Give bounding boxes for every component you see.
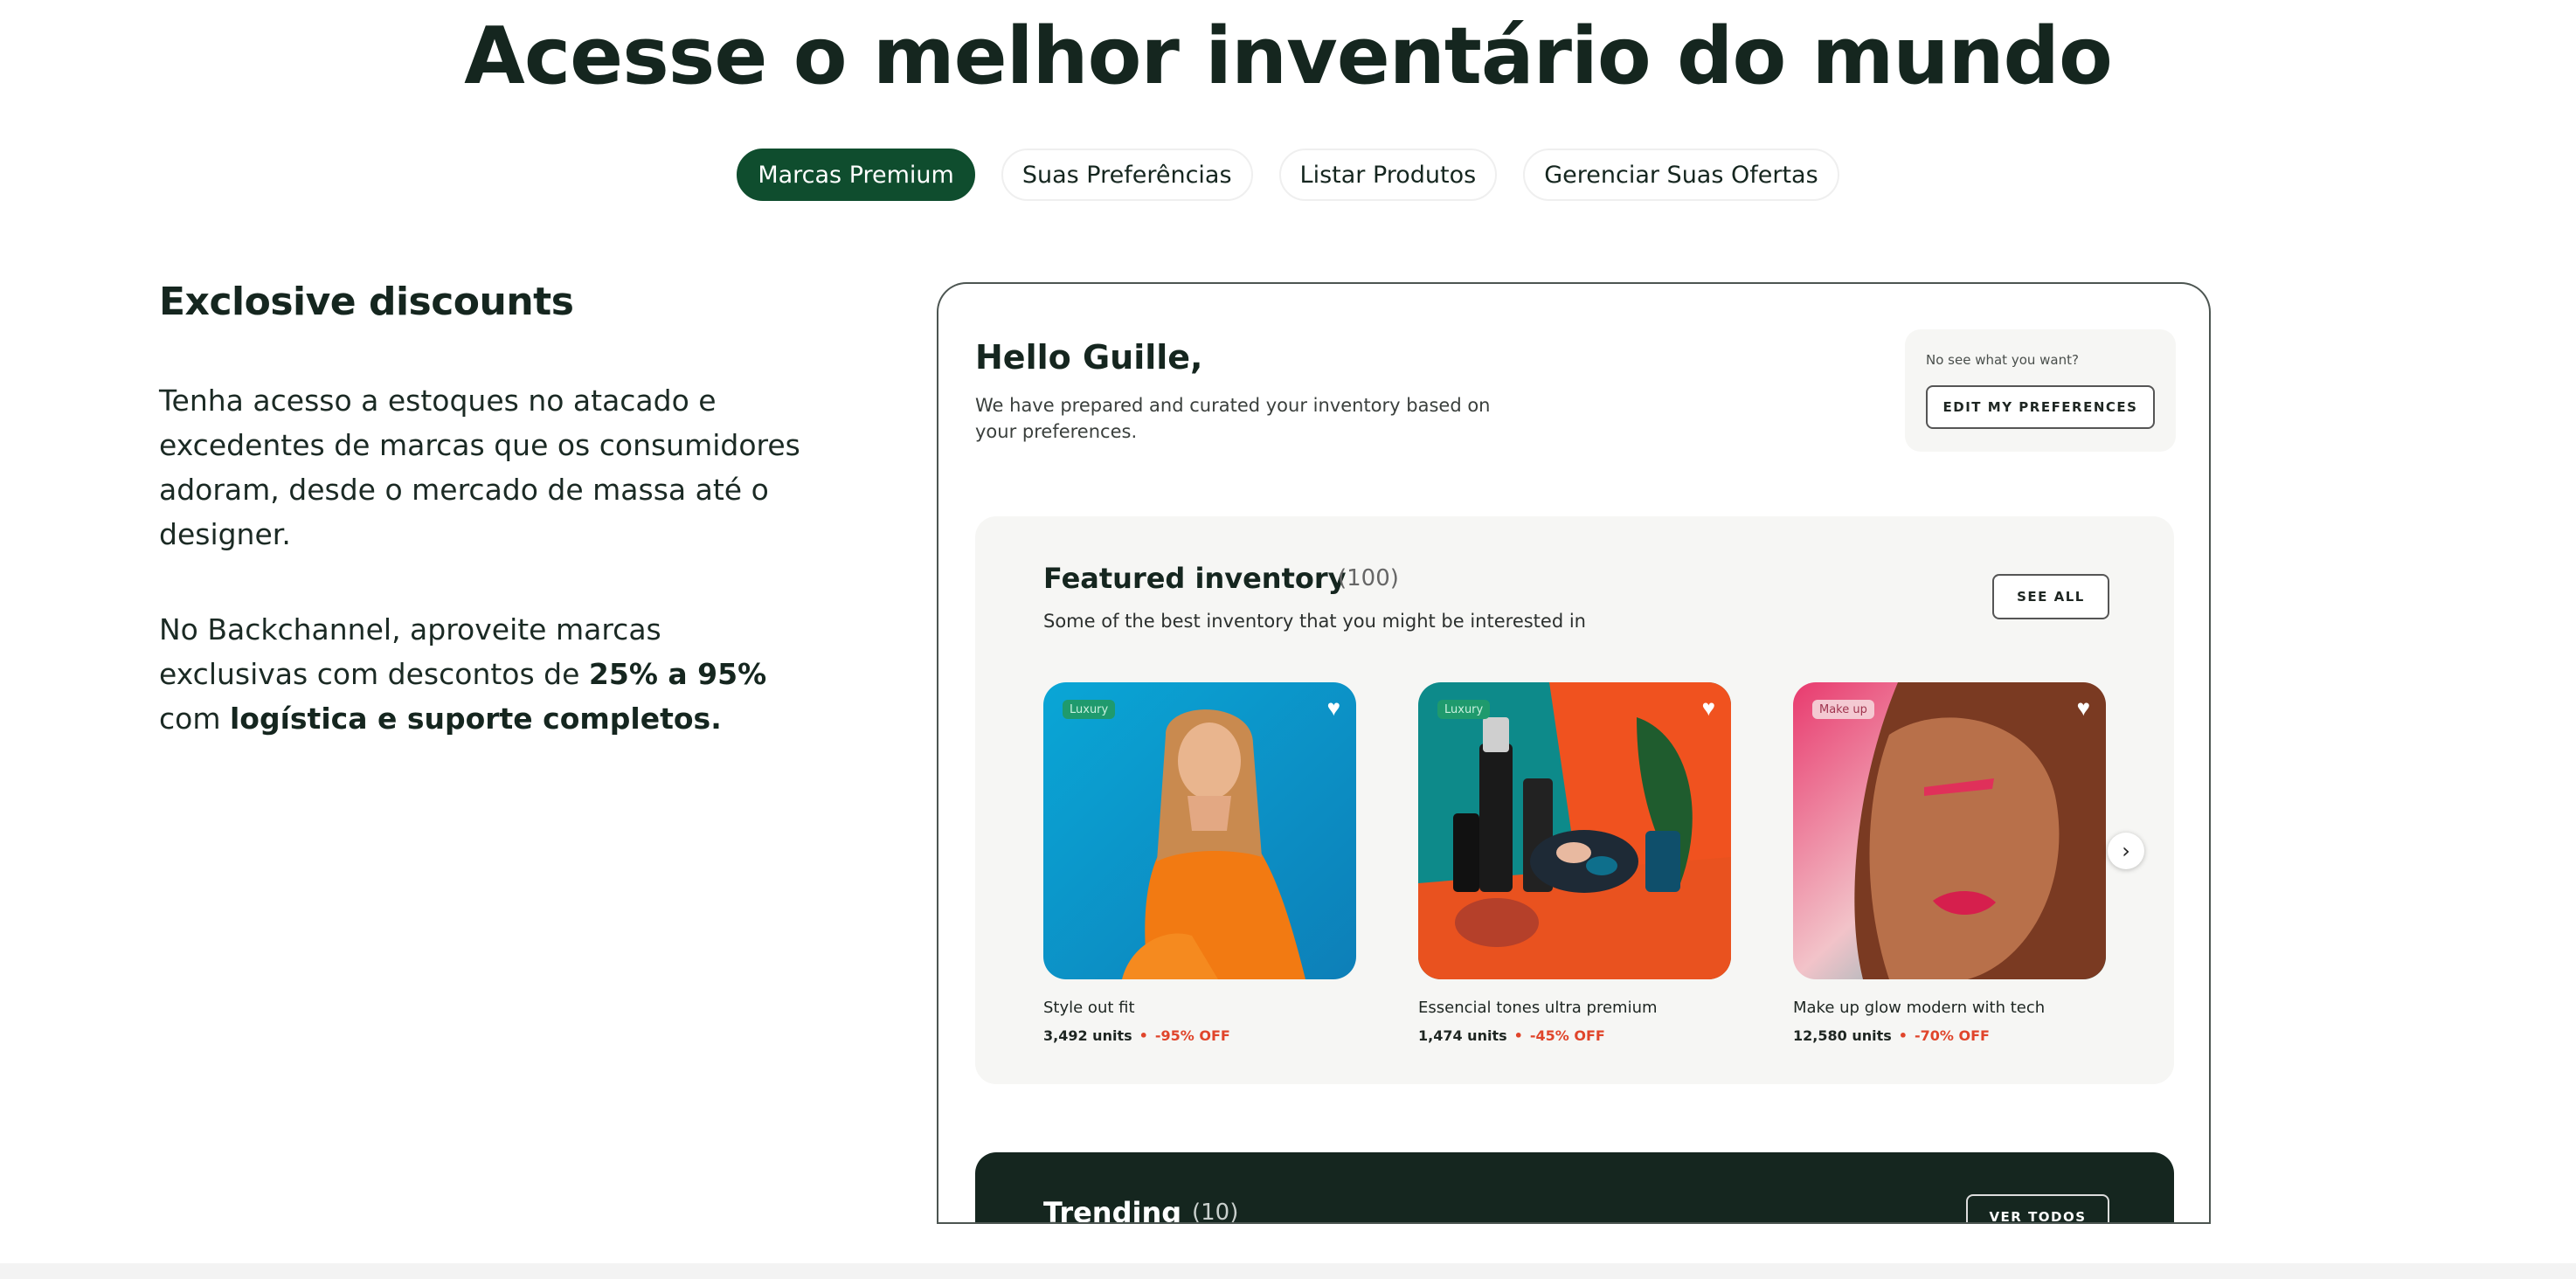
featured-subtitle: Some of the best inventory that you migh…	[1043, 611, 1586, 632]
discount-text-prefix: No Backchannel, aproveite marcas exclusi…	[159, 612, 661, 691]
greeting-subtitle: We have prepared and curated your invent…	[975, 395, 1491, 442]
feature-description: Exclosive discounts Tenha acesso a estoq…	[159, 280, 823, 741]
product-name: Essencial tones ultra premium	[1418, 999, 1658, 1017]
product-units: 3,492 units	[1043, 1027, 1132, 1044]
tab-marcas-premium[interactable]: Marcas Premium	[737, 149, 975, 201]
trending-section: Trending (10) VER TODOS	[975, 1152, 2174, 1224]
discount-paragraph: No Backchannel, aproveite marcas exclusi…	[159, 607, 771, 741]
product-tag: Luxury	[1063, 700, 1116, 719]
product-image: Luxury ♥	[1043, 682, 1356, 979]
product-units: 12,580 units	[1793, 1027, 1892, 1044]
heart-icon[interactable]: ♥	[2077, 695, 2090, 721]
product-name: Make up glow modern with tech	[1793, 999, 2046, 1017]
see-all-button[interactable]: SEE ALL	[1992, 574, 2109, 619]
tab-suas-preferencias[interactable]: Suas Preferências	[1001, 149, 1253, 201]
featured-title: Featured inventory	[1043, 562, 1347, 595]
product-units: 1,474 units	[1418, 1027, 1507, 1044]
separator-dot: •	[1139, 1027, 1148, 1044]
product-image: Make up ♥	[1793, 682, 2106, 979]
logistics-highlight: logística e suporte completos.	[229, 702, 722, 736]
tab-bar: Marcas Premium Suas Preferências Listar …	[0, 149, 2576, 201]
page-title: Acesse o melhor inventário do mundo	[464, 10, 2113, 102]
edit-preferences-button[interactable]: EDIT MY PREFERENCES	[1926, 385, 2155, 429]
preferences-box: No see what you want? EDIT MY PREFERENCE…	[1905, 329, 2176, 452]
featured-count: (100)	[1338, 565, 1399, 591]
product-meta: 12,580 units • -70% OFF	[1793, 1027, 2106, 1044]
discount-text-mid: com	[159, 702, 230, 736]
product-discount: -45% OFF	[1529, 1027, 1605, 1044]
product-photo-style	[1043, 682, 1356, 979]
product-photo-makeup	[1793, 682, 2106, 979]
product-card[interactable]: Make up ♥ Make up glow modern with tech …	[1793, 682, 2106, 1044]
preferences-prompt: No see what you want?	[1926, 352, 2079, 368]
product-discount: -70% OFF	[1914, 1027, 1990, 1044]
product-card[interactable]: Luxury ♥ Style out fit 3,492 units • -95% …	[1043, 682, 1356, 1044]
page-bottom-band	[0, 1263, 2576, 1279]
heart-icon[interactable]: ♥	[1702, 695, 1715, 721]
separator-dot: •	[1513, 1027, 1523, 1044]
product-card[interactable]: Luxury ♥ Essencial tones ultra premium 1…	[1418, 682, 1731, 1044]
product-image: Luxury ♥	[1418, 682, 1731, 979]
product-discount: -95% OFF	[1154, 1027, 1230, 1044]
preview-frame-bottom-edge	[937, 1222, 2211, 1224]
ver-todos-button[interactable]: VER TODOS	[1966, 1194, 2109, 1224]
description-paragraph: Tenha acesso a estoques no atacado e exc…	[159, 384, 800, 551]
greeting: Hello Guille,	[975, 338, 1203, 377]
product-tag: Make up	[1812, 700, 1874, 719]
chevron-right-icon[interactable]: ›	[2108, 833, 2144, 869]
featured-inventory-section: Featured inventory (100) Some of the bes…	[975, 516, 2174, 1084]
discount-range: 25% a 95%	[588, 657, 767, 691]
heart-icon[interactable]: ♥	[1327, 695, 1340, 721]
tab-gerenciar-ofertas[interactable]: Gerenciar Suas Ofertas	[1523, 149, 1839, 201]
tab-listar-produtos[interactable]: Listar Produtos	[1278, 149, 1498, 201]
product-meta: 3,492 units • -95% OFF	[1043, 1027, 1356, 1044]
product-tag: Luxury	[1437, 700, 1491, 719]
product-name: Style out fit	[1043, 999, 1135, 1017]
trending-count: (10)	[1192, 1199, 1239, 1224]
app-preview-frame: Hello Guille, We have prepared and curat…	[937, 282, 2211, 1224]
product-photo-cosmetics	[1418, 682, 1731, 979]
trending-title: Trending	[1043, 1196, 1182, 1224]
product-meta: 1,474 units • -45% OFF	[1418, 1027, 1731, 1044]
separator-dot: •	[1898, 1027, 1908, 1044]
section-title: Exclosive discounts	[159, 280, 574, 324]
